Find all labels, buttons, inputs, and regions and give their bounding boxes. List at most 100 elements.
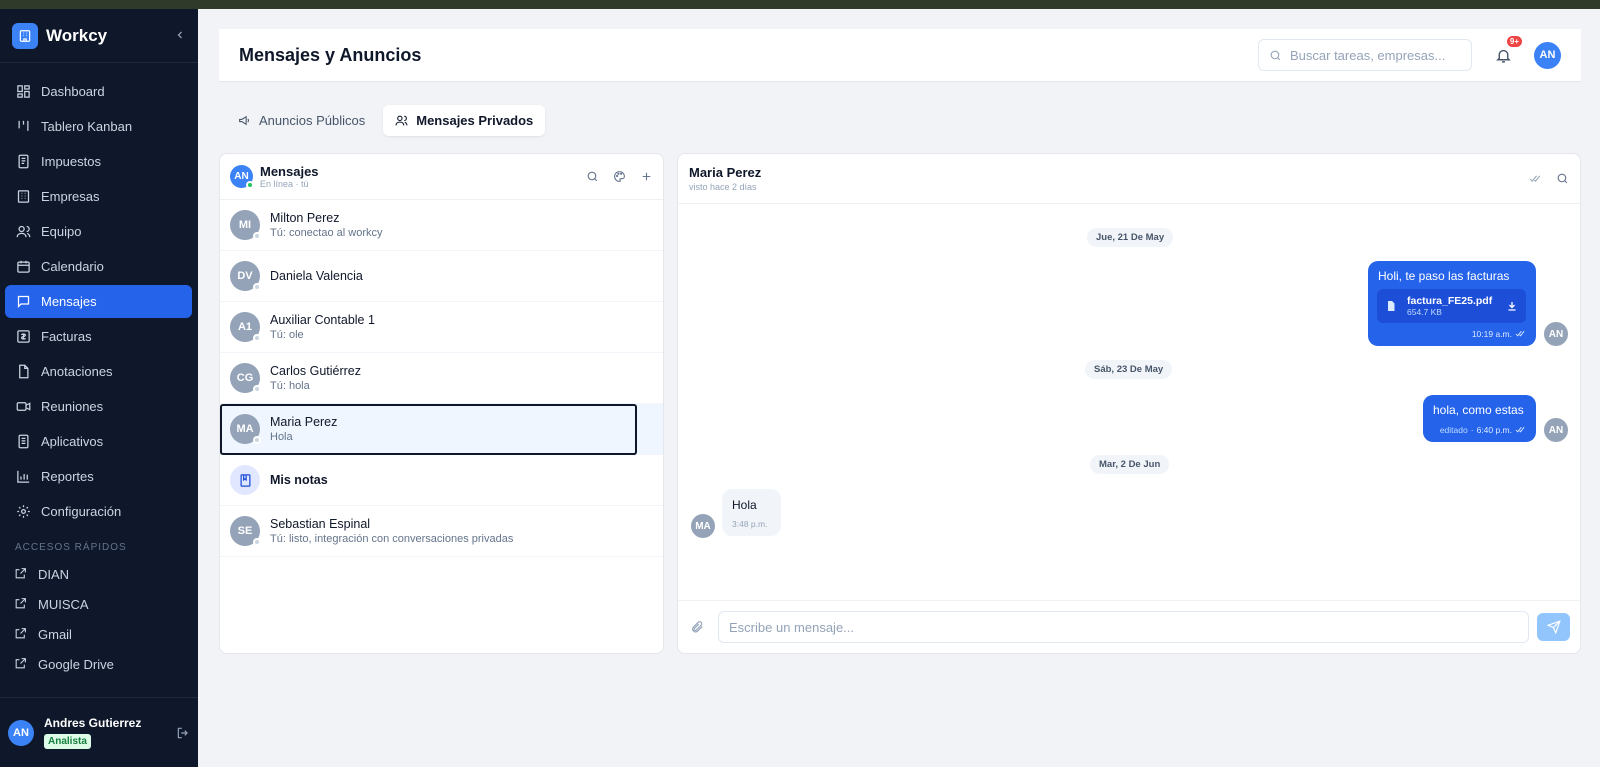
quick-link-label: Google Drive bbox=[38, 656, 114, 672]
avatar-initials: A1 bbox=[237, 321, 253, 333]
avatar: MA bbox=[691, 514, 715, 538]
users-icon bbox=[15, 224, 31, 240]
conversation-name: Daniela Valencia bbox=[270, 269, 363, 283]
double-check-icon bbox=[1515, 424, 1526, 435]
search-icon[interactable] bbox=[586, 170, 599, 183]
external-link-icon bbox=[14, 597, 28, 611]
megaphone-icon bbox=[238, 114, 251, 127]
bell-icon bbox=[1495, 47, 1512, 64]
message-text: Holi, te paso las facturas bbox=[1378, 269, 1510, 283]
receipt-icon bbox=[15, 154, 31, 170]
file-icon bbox=[15, 364, 31, 380]
message-tabs: Anuncios Públicos Mensajes Privados bbox=[226, 105, 551, 136]
conversation-last-message: Tú: listo, integración con conversacione… bbox=[270, 533, 514, 545]
send-button[interactable] bbox=[1537, 613, 1570, 641]
conversation-name: Sebastian Espinal bbox=[270, 517, 371, 531]
sidebar-item-equipo[interactable]: Equipo bbox=[5, 215, 192, 248]
conversation-item[interactable]: CG Carlos Gutiérrez Tú: hola bbox=[220, 353, 663, 404]
conversation-item[interactable]: A1 Auxiliar Contable 1 Tú: ole bbox=[220, 302, 663, 353]
sidebar-item-reuniones[interactable]: Reuniones bbox=[5, 390, 192, 423]
conversation-item-selected[interactable]: MA Maria Perez Hola bbox=[220, 404, 663, 455]
file-size: 654.7 KB bbox=[1407, 307, 1442, 317]
sidebar-item-mensajes[interactable]: Mensajes bbox=[5, 285, 192, 318]
quick-link-muisca[interactable]: MUISCA bbox=[0, 589, 198, 619]
chat-contact-name: Maria Perez bbox=[689, 165, 762, 180]
global-search[interactable]: Buscar tareas, empresas... bbox=[1258, 39, 1472, 71]
sidebar-item-label: Reportes bbox=[41, 469, 94, 484]
search-icon[interactable] bbox=[1556, 172, 1569, 185]
status-dot bbox=[253, 538, 261, 546]
avatar: SE bbox=[230, 516, 261, 546]
conversation-name: Mis notas bbox=[270, 473, 328, 487]
file-attachment[interactable]: factura_FE25.pdf 654.7 KB bbox=[1377, 289, 1526, 323]
search-placeholder: Buscar tareas, empresas... bbox=[1290, 47, 1446, 63]
sidebar-item-label: Equipo bbox=[41, 224, 82, 239]
sidebar-item-label: Mensajes bbox=[41, 294, 97, 309]
quick-link-dian[interactable]: DIAN bbox=[0, 559, 198, 589]
double-check-icon[interactable] bbox=[1529, 172, 1542, 185]
dashboard-icon bbox=[15, 84, 31, 100]
avatar[interactable]: AN bbox=[8, 719, 34, 746]
brand: Workcy bbox=[0, 9, 198, 63]
sidebar-item-reportes[interactable]: Reportes bbox=[5, 460, 192, 493]
plus-icon[interactable] bbox=[640, 170, 653, 183]
avatar: CG bbox=[230, 363, 261, 393]
edited-label: editado bbox=[1439, 424, 1468, 435]
conversation-item-notes[interactable]: Mis notas bbox=[220, 455, 663, 506]
quick-link-gmail[interactable]: Gmail bbox=[0, 619, 198, 649]
sidebar-item-aplicativos[interactable]: Aplicativos bbox=[5, 425, 192, 458]
conversation-last-message: Tú: hola bbox=[270, 380, 310, 392]
user-name: Andres Gutierrez bbox=[44, 716, 142, 730]
tab-public-announcements[interactable]: Anuncios Públicos bbox=[226, 105, 377, 136]
notifications-button[interactable]: 9+ bbox=[1492, 36, 1522, 66]
date-separator: Jue, 21 De May bbox=[1087, 228, 1174, 247]
quick-link-google-drive[interactable]: Google Drive bbox=[0, 649, 198, 679]
tab-label: Anuncios Públicos bbox=[259, 113, 366, 128]
conversation-item[interactable]: MI Milton Perez Tú: conectao al workcy bbox=[220, 200, 663, 251]
message-composer bbox=[678, 600, 1582, 653]
message-time: 3:48 p.m. bbox=[732, 519, 768, 529]
avatar: AN bbox=[1544, 418, 1568, 442]
sidebar-item-empresas[interactable]: Empresas bbox=[5, 180, 192, 213]
sidebar-item-dashboard[interactable]: Dashboard bbox=[5, 75, 192, 108]
conversation-last-message: Tú: ole bbox=[270, 329, 304, 341]
logout-icon[interactable] bbox=[176, 726, 190, 740]
sidebar-item-anotaciones[interactable]: Anotaciones bbox=[5, 355, 192, 388]
sidebar-item-facturas[interactable]: Facturas bbox=[5, 320, 192, 353]
avatar: A1 bbox=[230, 312, 261, 342]
current-user: AN Andres Gutierrez Analista bbox=[0, 697, 198, 767]
page-title: Mensajes y Anuncios bbox=[239, 44, 422, 65]
search-icon bbox=[1269, 49, 1282, 62]
conversation-item[interactable]: SE Sebastian Espinal Tú: listo, integrac… bbox=[220, 506, 663, 557]
chat-panel: Maria Perez visto hace 2 días Jue, 21 De… bbox=[677, 153, 1582, 654]
sidebar-item-configuracion[interactable]: Configuración bbox=[5, 495, 192, 528]
status-dot bbox=[253, 334, 261, 342]
download-icon[interactable] bbox=[1506, 300, 1518, 312]
sidebar-item-impuestos[interactable]: Impuestos bbox=[5, 145, 192, 178]
avatar[interactable]: AN bbox=[1534, 41, 1561, 69]
conversation-name: Milton Perez bbox=[270, 211, 340, 225]
sidebar-item-label: Reuniones bbox=[41, 399, 104, 414]
status-dot bbox=[253, 283, 261, 291]
sidebar-item-label: Configuración bbox=[41, 504, 122, 519]
top-strip bbox=[0, 0, 1600, 9]
sidebar-item-label: Calendario bbox=[41, 259, 104, 274]
quick-link-label: MUISCA bbox=[38, 596, 89, 612]
collapse-sidebar-icon[interactable] bbox=[174, 28, 186, 44]
palette-icon[interactable] bbox=[613, 170, 626, 183]
conversation-item[interactable]: DV Daniela Valencia bbox=[220, 251, 663, 302]
date-separator: Sáb, 23 De May bbox=[1085, 360, 1173, 379]
sidebar-item-calendario[interactable]: Calendario bbox=[5, 250, 192, 283]
message-input[interactable] bbox=[718, 611, 1529, 643]
date-separator: Mar, 2 De Jun bbox=[1090, 455, 1170, 474]
file-name: factura_FE25.pdf bbox=[1407, 295, 1493, 307]
quick-access-label: ACCESOS RÁPIDOS bbox=[15, 542, 127, 553]
avatar: DV bbox=[230, 261, 261, 291]
paperclip-icon[interactable] bbox=[690, 620, 704, 634]
avatar-initials: MA bbox=[236, 423, 254, 435]
sidebar-item-kanban[interactable]: Tablero Kanban bbox=[5, 110, 192, 143]
tab-private-messages[interactable]: Mensajes Privados bbox=[383, 105, 546, 136]
app-name: Workcy bbox=[46, 25, 108, 45]
conversation-last-message: Tú: conectao al workcy bbox=[270, 227, 383, 239]
app-icon bbox=[15, 434, 31, 450]
